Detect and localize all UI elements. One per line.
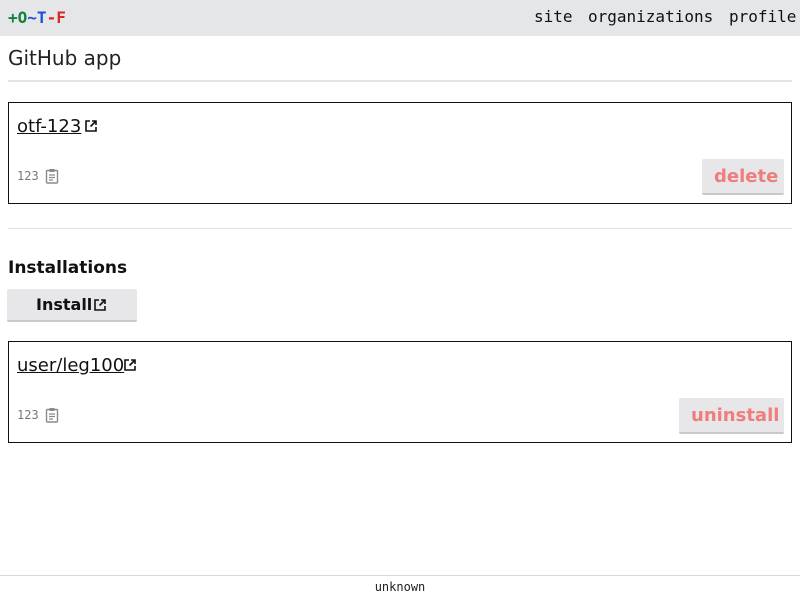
- app-card: otf-123 123 delete: [8, 102, 792, 204]
- footer: unknown: [0, 575, 800, 600]
- logo[interactable]: +O~T-F: [8, 8, 66, 28]
- logo-tilde: ~: [27, 8, 37, 27]
- app-name-link[interactable]: otf-123: [17, 116, 81, 138]
- logo-plus: +: [8, 8, 18, 27]
- external-link-icon[interactable]: [123, 358, 137, 372]
- divider: [8, 80, 792, 82]
- installation-id: 123: [17, 408, 39, 422]
- app-id: 123: [17, 169, 39, 183]
- installations-heading: Installations: [8, 258, 128, 278]
- top-bar: +O~T-F site organizations profile: [0, 0, 800, 36]
- logo-t: T: [36, 8, 47, 27]
- nav-site-link[interactable]: site: [534, 7, 573, 27]
- external-link-icon: [94, 299, 106, 311]
- clipboard-icon[interactable]: [45, 407, 59, 423]
- nav-profile-link[interactable]: profile: [729, 7, 796, 27]
- installation-name-link[interactable]: user/leg100: [17, 355, 124, 377]
- install-button-label: Install: [36, 295, 93, 314]
- clipboard-icon[interactable]: [45, 168, 59, 184]
- logo-o: O: [17, 8, 28, 27]
- divider: [8, 228, 792, 229]
- nav-organizations-link[interactable]: organizations: [588, 7, 713, 27]
- delete-button[interactable]: delete: [702, 159, 784, 195]
- logo-f: F: [56, 8, 66, 27]
- page-title: GitHub app: [8, 46, 122, 70]
- install-button[interactable]: Install: [7, 289, 137, 322]
- external-link-icon[interactable]: [84, 119, 98, 133]
- footer-version: unknown: [374, 580, 426, 594]
- uninstall-button[interactable]: uninstall: [679, 398, 784, 434]
- installation-card: user/leg100 123 uninstall: [8, 341, 792, 443]
- logo-minus: -: [46, 8, 57, 27]
